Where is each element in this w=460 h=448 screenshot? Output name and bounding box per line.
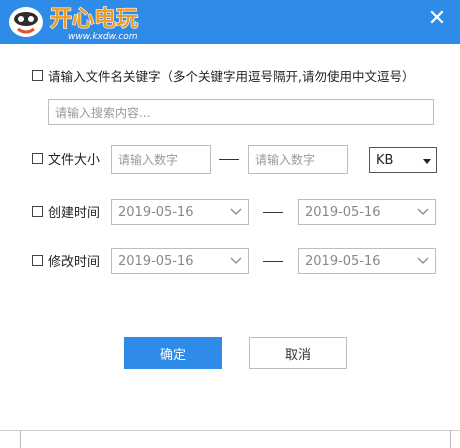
- keyword-checkbox[interactable]: [32, 70, 43, 81]
- modified-to-date[interactable]: 2019-05-16: [298, 248, 436, 274]
- chevron-down-icon: [230, 208, 242, 215]
- modified-range-dash: [263, 261, 283, 262]
- modified-label: 修改时间: [48, 255, 101, 270]
- size-range-dash: [219, 159, 239, 160]
- size-checkbox[interactable]: [32, 153, 43, 164]
- size-max-placeholder: 请输入数字: [255, 153, 316, 167]
- bottom-border-right: [450, 430, 451, 448]
- logo-text: 开心电玩: [50, 7, 138, 32]
- modified-to-value: 2019-05-16: [305, 253, 381, 269]
- bottom-divider: [0, 430, 460, 431]
- ok-button[interactable]: 确定: [124, 337, 222, 369]
- size-min-input[interactable]: 请输入数字: [111, 145, 211, 174]
- size-unit-value: KB: [376, 152, 394, 168]
- logo: 开心电玩 www.kxdw.com: [9, 6, 139, 42]
- size-max-input[interactable]: 请输入数字: [248, 145, 348, 174]
- created-from-value: 2019-05-16: [118, 204, 194, 220]
- chevron-down-icon: [230, 257, 242, 264]
- created-to-value: 2019-05-16: [305, 204, 381, 220]
- bottom-border-left: [20, 430, 21, 448]
- modified-from-value: 2019-05-16: [118, 253, 194, 269]
- cancel-button[interactable]: 取消: [249, 337, 347, 369]
- chevron-down-icon: [417, 208, 429, 215]
- size-label: 文件大小: [48, 153, 101, 168]
- chevron-down-icon: [417, 257, 429, 264]
- created-to-date[interactable]: 2019-05-16: [298, 199, 436, 225]
- logo-url: www.kxdw.com: [68, 32, 138, 42]
- modified-from-date[interactable]: 2019-05-16: [111, 248, 249, 274]
- created-from-date[interactable]: 2019-05-16: [111, 199, 249, 225]
- keyword-placeholder: 请输入搜索内容...: [55, 105, 151, 120]
- close-icon[interactable]: ✕: [426, 8, 448, 30]
- keyword-input[interactable]: 请输入搜索内容...: [48, 99, 434, 125]
- created-checkbox[interactable]: [32, 206, 43, 217]
- chevron-down-icon: [423, 159, 431, 164]
- size-min-placeholder: 请输入数字: [118, 153, 179, 167]
- keyword-label: 请输入文件名关键字（多个关键字用逗号隔开,请勿使用中文逗号）: [48, 69, 415, 84]
- created-label: 创建时间: [48, 206, 101, 221]
- size-unit-select[interactable]: KB: [369, 147, 437, 173]
- created-range-dash: [263, 212, 283, 213]
- modified-checkbox[interactable]: [32, 255, 43, 266]
- title-bar: 开心电玩 www.kxdw.com ✕: [0, 0, 460, 44]
